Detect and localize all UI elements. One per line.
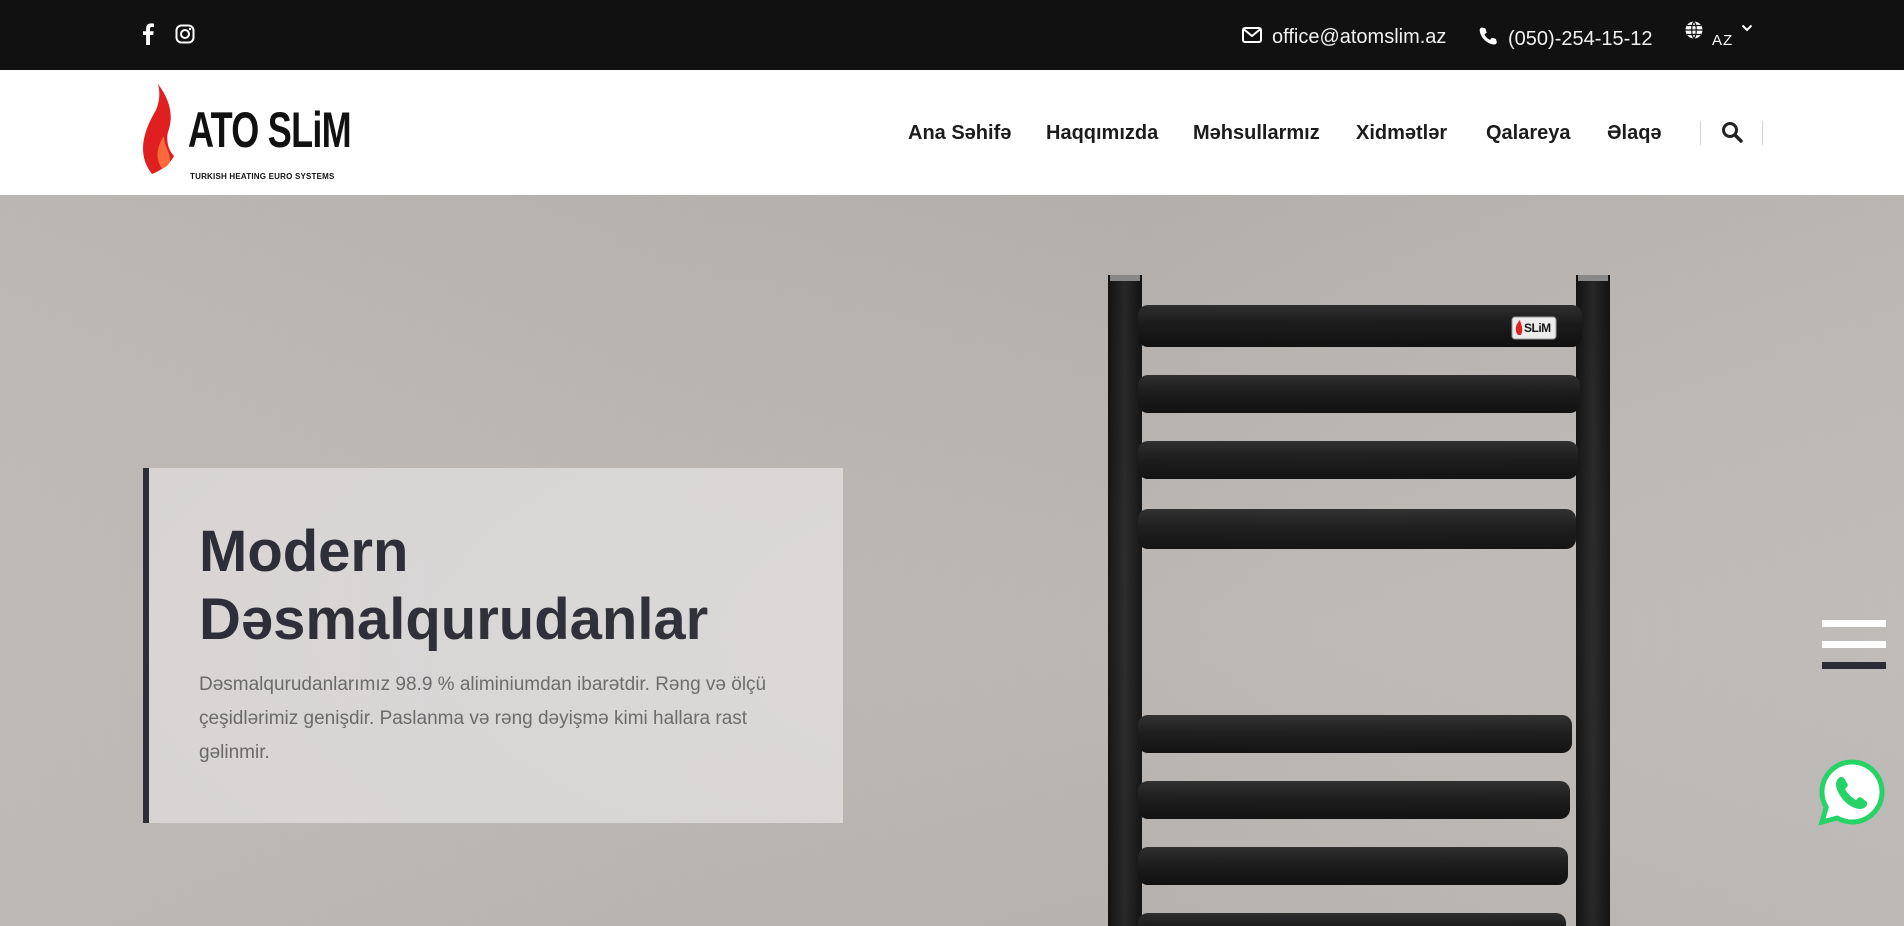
nav-divider-left xyxy=(1700,121,1701,145)
email-contact[interactable]: office@atomslim.az xyxy=(1242,26,1446,49)
nav-item-about[interactable]: Haqqımızda xyxy=(1046,122,1158,145)
whatsapp-icon[interactable] xyxy=(1818,758,1886,826)
hero-card: Modern Dəsmalqurudanlar Dəsmalqurudanlar… xyxy=(143,468,843,823)
envelope-icon xyxy=(1242,26,1262,49)
nav-item-contact[interactable]: Əlaqə xyxy=(1607,122,1662,145)
globe-icon xyxy=(1684,20,1704,45)
search-button[interactable] xyxy=(1718,120,1746,148)
phone-text[interactable]: (050)-254-15-12 xyxy=(1508,28,1653,51)
phone-icon xyxy=(1478,26,1498,52)
site-logo[interactable]: ATO SLiM TURKISH HEATING EURO SYSTEMS xyxy=(140,82,352,186)
hero-title-line2: Dəsmalqurudanlar xyxy=(199,587,709,652)
language-selector[interactable]: AZ xyxy=(1684,20,1753,49)
hero-section: SLiM Modern Dəsmalqurudanlar Dəsmalqurud… xyxy=(0,195,1904,926)
top-bar: office@atomslim.az (050)-254-15-12 AZ xyxy=(0,0,1904,70)
nav-item-products[interactable]: Məhsullarmız xyxy=(1193,122,1320,145)
chevron-down-icon xyxy=(1741,20,1753,38)
hero-description: Dəsmalqurudanlarımız 98.9 % aliminiumdan… xyxy=(199,674,767,763)
email-text[interactable]: office@atomslim.az xyxy=(1272,26,1446,49)
logo-tagline: TURKISH HEATING EURO SYSTEMS xyxy=(190,172,335,181)
hamburger-menu-icon[interactable] xyxy=(1822,620,1886,670)
nav-item-home[interactable]: Ana Səhifə xyxy=(908,122,1011,145)
product-badge-text: SLiM xyxy=(1524,321,1551,335)
nav-item-services[interactable]: Xidmətlər xyxy=(1356,122,1447,145)
hero-title: Modern Dəsmalqurudanlar xyxy=(199,518,799,654)
phone-contact[interactable]: (050)-254-15-12 xyxy=(1478,26,1653,52)
nav-divider-right xyxy=(1762,121,1763,145)
instagram-icon[interactable] xyxy=(173,22,197,46)
hero-title-line1: Modern xyxy=(199,519,409,584)
facebook-icon[interactable] xyxy=(136,22,160,46)
logo-brand-text: ATO SLiM xyxy=(188,102,352,158)
towel-radiator-image: SLiM xyxy=(1100,273,1630,926)
nav-item-gallery[interactable]: Qalareya xyxy=(1486,122,1571,145)
language-label: AZ xyxy=(1712,32,1734,49)
search-icon xyxy=(1721,121,1743,148)
